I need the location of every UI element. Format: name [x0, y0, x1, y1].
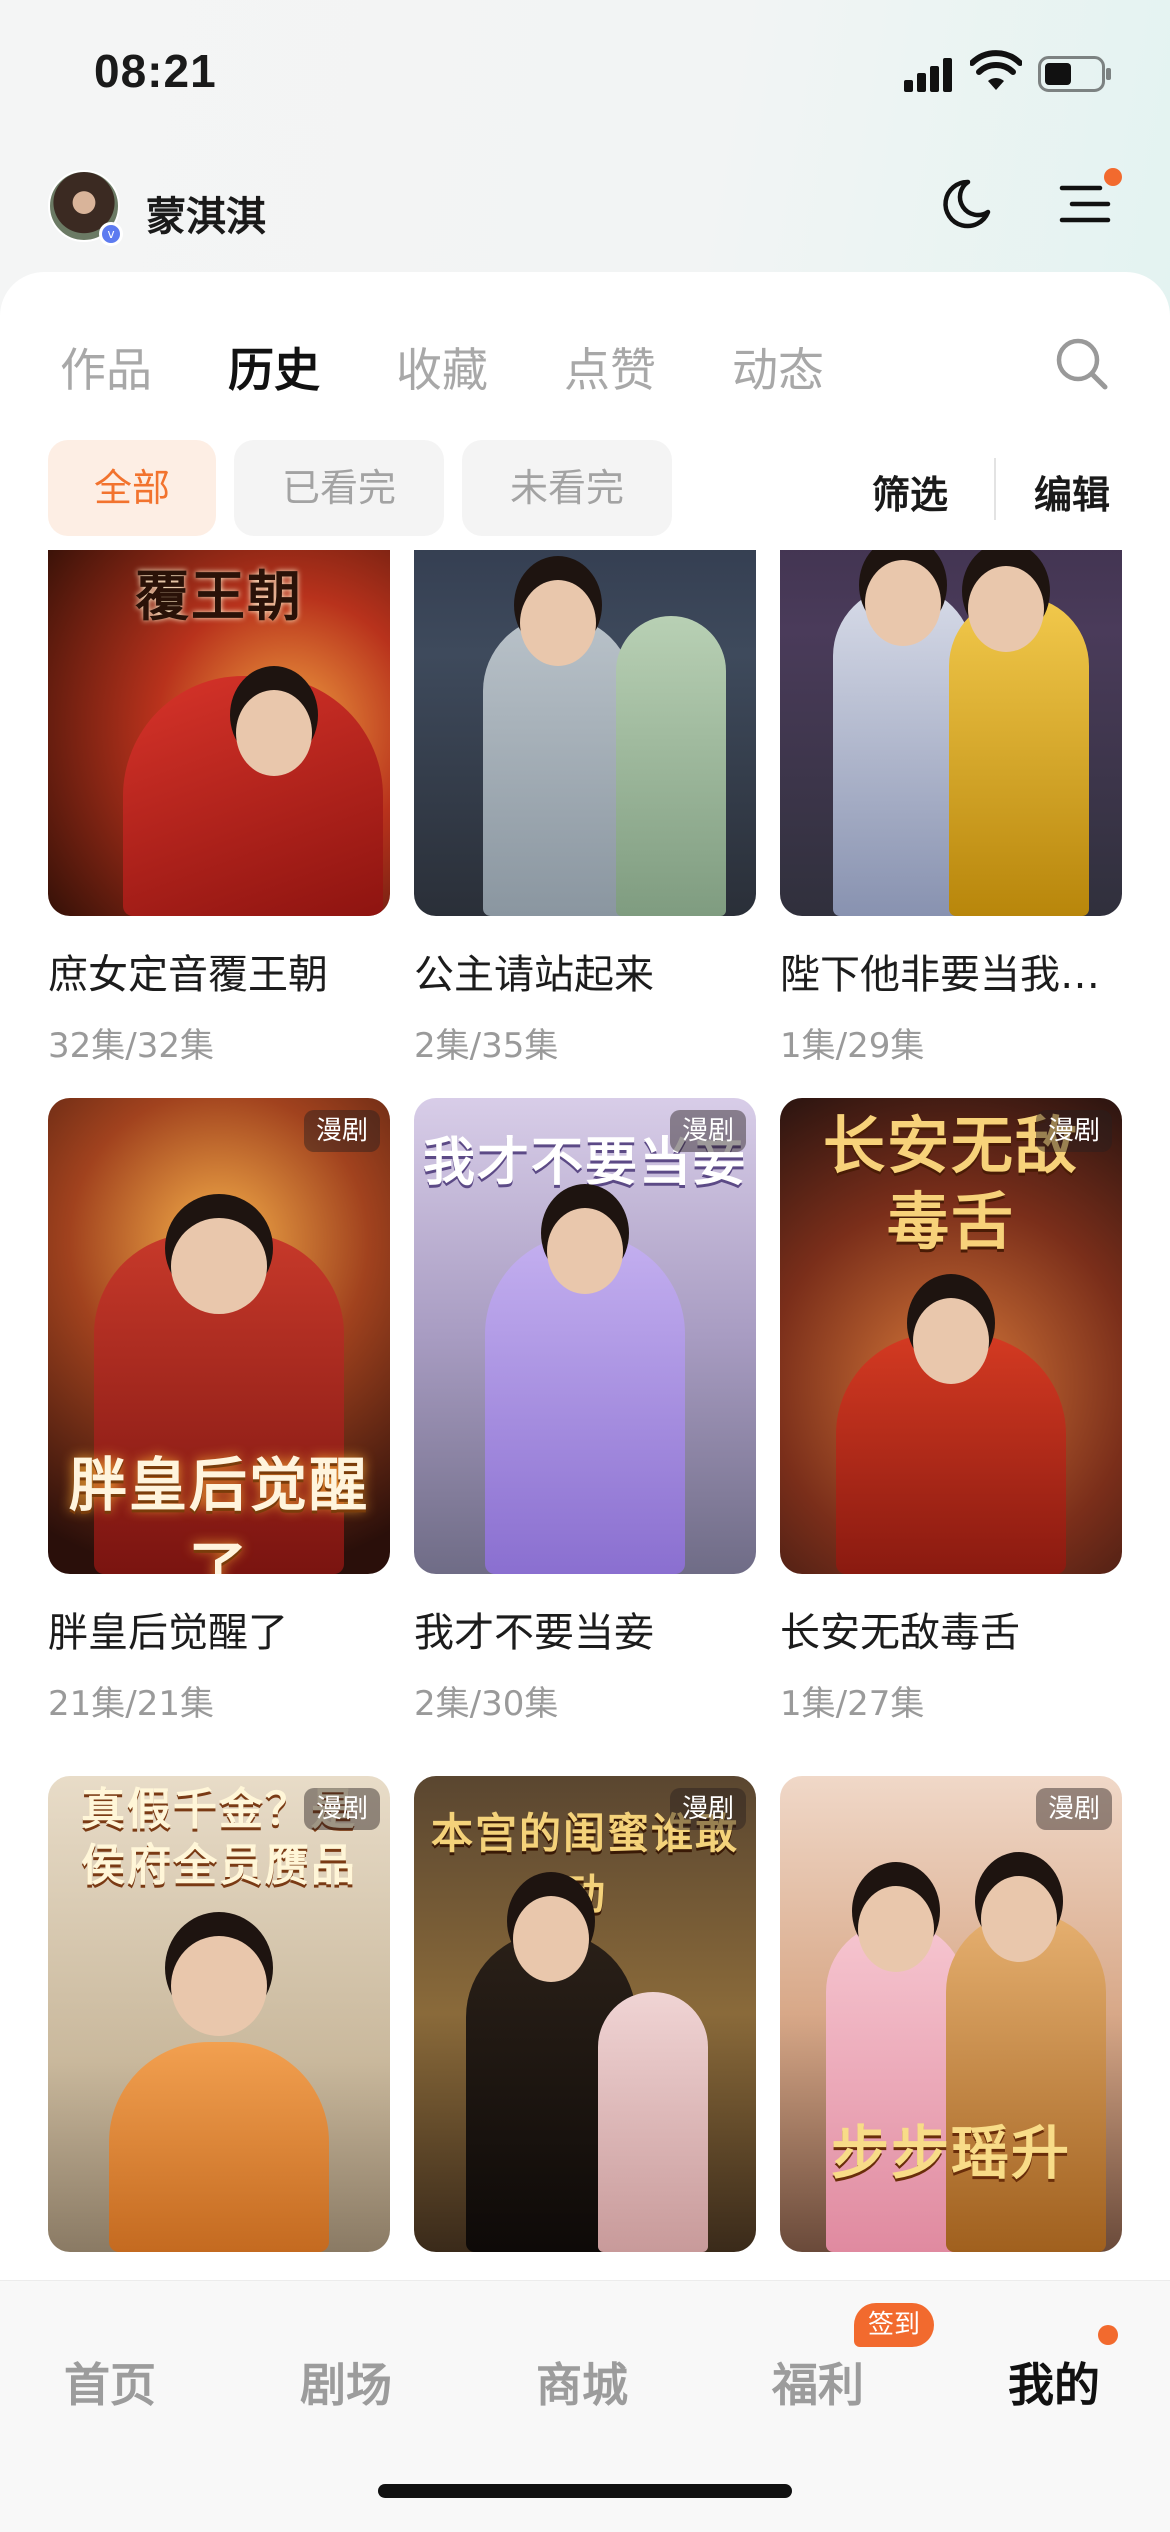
card-title: 公主请站起来 [414, 952, 654, 998]
cover-title-art: 步步瑶升 [830, 2119, 1071, 2187]
edit-button[interactable]: 编辑 [1034, 464, 1110, 519]
card-title: 庶女定音覆王朝 [48, 952, 328, 998]
drama-card[interactable]: 步步瑶升 漫剧 [780, 1776, 1122, 2252]
nav-mall[interactable]: 商城 [536, 2349, 628, 2415]
card-cover[interactable] [780, 550, 1122, 916]
tab-favorites[interactable]: 收藏 [396, 334, 488, 400]
history-grid: 覆王朝 庶女定音覆王朝 32集/32集 公主请站起来 2集/35集 陛下他非要当… [0, 550, 1170, 2280]
manga-drama-badge: 漫剧 [303, 1110, 380, 1152]
status-bar: 08:21 [0, 0, 1170, 140]
status-time: 08:21 [94, 45, 217, 97]
card-cover[interactable]: 胖皇后觉醒了 漫剧 [48, 1098, 390, 1574]
card-title: 胖皇后觉醒了 [48, 1610, 288, 1656]
card-episodes: 2集/30集 [414, 1684, 559, 1724]
manga-drama-badge: 漫剧 [303, 1788, 380, 1830]
checkin-badge: 签到 [854, 2303, 935, 2347]
card-cover[interactable]: 本宫的闺蜜谁敢动 漫剧 [414, 1776, 756, 2252]
cover-title-art: 覆王朝 [135, 564, 303, 628]
card-title: 长安无敌毒舌 [780, 1610, 1020, 1656]
card-cover[interactable] [414, 550, 756, 916]
nav-welfare[interactable]: 福利 [772, 2349, 864, 2415]
tab-likes[interactable]: 点赞 [564, 334, 656, 400]
divider [994, 458, 996, 520]
tab-works[interactable]: 作品 [60, 334, 152, 400]
nav-theater[interactable]: 剧场 [300, 2349, 392, 2415]
nav-home[interactable]: 首页 [64, 2349, 156, 2415]
notification-dot [1104, 168, 1122, 186]
verified-badge-icon: v [99, 222, 123, 246]
moon-icon[interactable] [938, 176, 994, 232]
card-title: 我才不要当妾 [414, 1610, 654, 1656]
card-episodes: 1集/27集 [780, 1684, 925, 1724]
card-episodes: 2集/35集 [414, 1026, 559, 1066]
username[interactable]: 蒙淇淇 [146, 184, 266, 242]
card-episodes: 32集/32集 [48, 1026, 214, 1066]
card-title: 陛下他非要当我… [780, 952, 1100, 998]
drama-card[interactable]: 本宫的闺蜜谁敢动 漫剧 [414, 1776, 756, 2252]
manga-drama-badge: 漫剧 [1035, 1110, 1112, 1152]
wifi-icon [970, 50, 1022, 90]
manga-drama-badge: 漫剧 [669, 1788, 746, 1830]
card-episodes: 1集/29集 [780, 1026, 925, 1066]
card-cover[interactable]: 覆王朝 [48, 550, 390, 916]
tab-activity[interactable]: 动态 [732, 334, 824, 400]
card-cover[interactable]: 步步瑶升 漫剧 [780, 1776, 1122, 2252]
card-cover[interactable]: 真假千金？是侯府全员赝品 漫剧 [48, 1776, 390, 2252]
drama-card[interactable]: 胖皇后觉醒了 漫剧 胖皇后觉醒了 21集/21集 [48, 1098, 390, 1725]
tab-history[interactable]: 历史 [228, 334, 320, 400]
drama-card[interactable]: 公主请站起来 2集/35集 [414, 550, 756, 1067]
menu-icon[interactable] [1058, 180, 1112, 228]
card-cover[interactable]: 我才不要当妾 漫剧 [414, 1098, 756, 1574]
home-indicator [378, 2484, 792, 2498]
cellular-signal-icon [904, 58, 954, 92]
cover-title-art: 胖皇后觉醒了 [68, 1451, 369, 1574]
chip-finished[interactable]: 已看完 [234, 440, 444, 536]
drama-card[interactable]: 陛下他非要当我… 1集/29集 [780, 550, 1122, 1067]
drama-card[interactable]: 覆王朝 庶女定音覆王朝 32集/32集 [48, 550, 390, 1067]
drama-card[interactable]: 长安无敌毒舌 漫剧 长安无敌毒舌 1集/27集 [780, 1098, 1122, 1725]
chip-unfinished[interactable]: 未看完 [462, 440, 672, 536]
drama-card[interactable]: 我才不要当妾 漫剧 我才不要当妾 2集/30集 [414, 1098, 756, 1725]
nav-mine[interactable]: 我的 [1008, 2349, 1100, 2415]
chip-all[interactable]: 全部 [48, 440, 216, 536]
filter-button[interactable]: 筛选 [872, 464, 948, 519]
notification-dot [1098, 2325, 1118, 2345]
search-icon[interactable] [1054, 336, 1110, 392]
card-episodes: 21集/21集 [48, 1684, 214, 1724]
battery-icon [1038, 56, 1111, 92]
drama-card[interactable]: 真假千金？是侯府全员赝品 漫剧 [48, 1776, 390, 2252]
manga-drama-badge: 漫剧 [1035, 1788, 1112, 1830]
manga-drama-badge: 漫剧 [669, 1110, 746, 1152]
card-cover[interactable]: 长安无敌毒舌 漫剧 [780, 1098, 1122, 1574]
